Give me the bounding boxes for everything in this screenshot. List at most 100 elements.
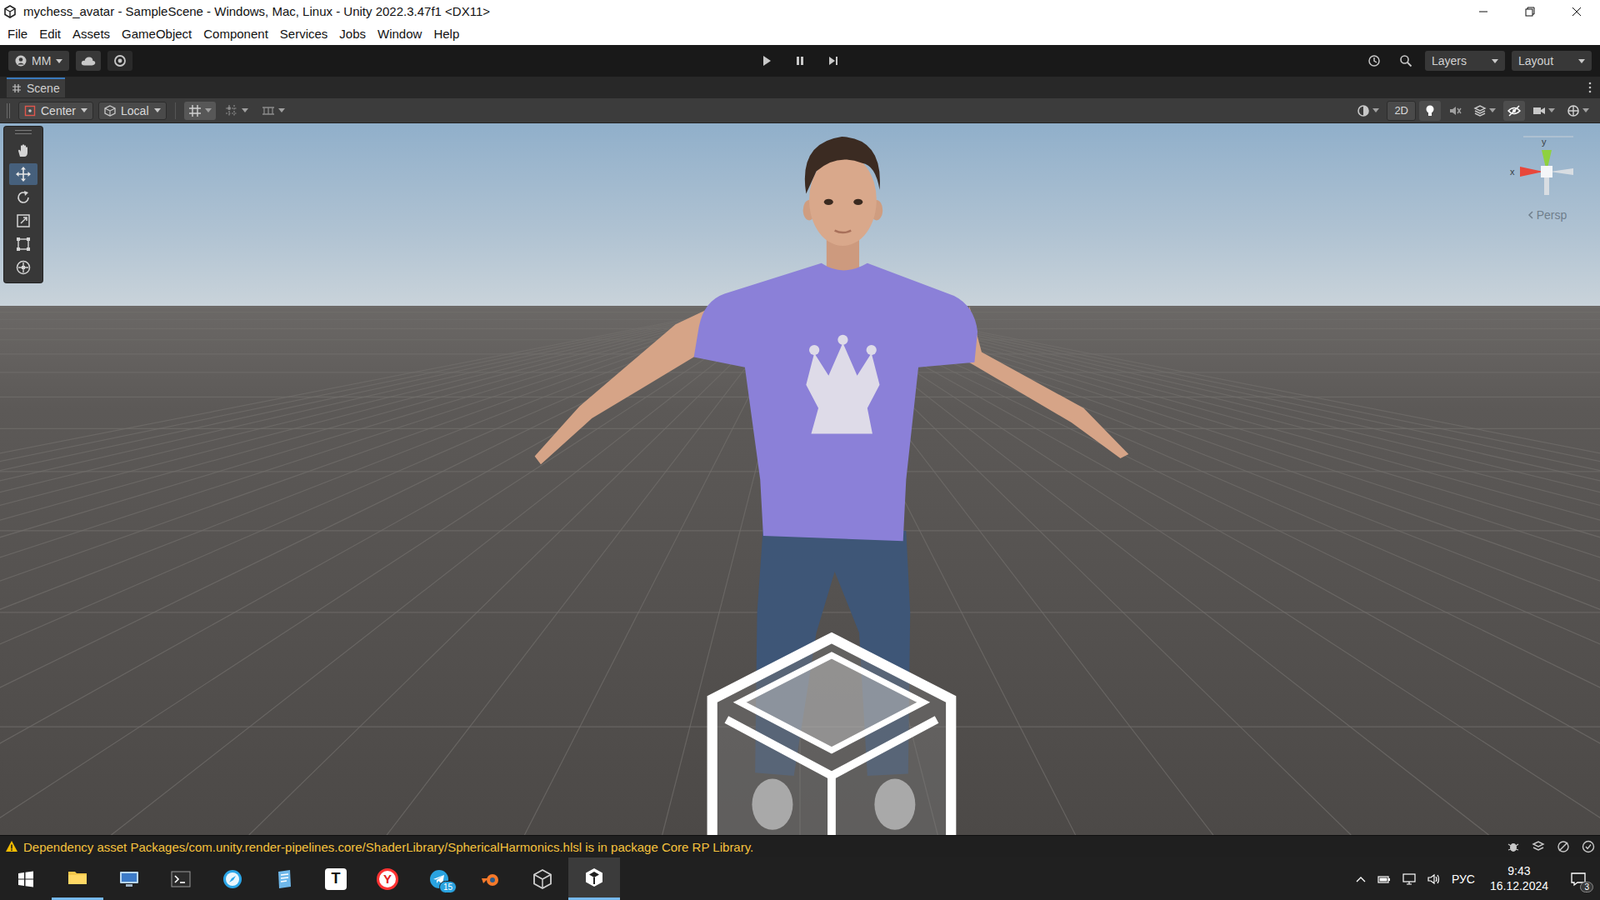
increment-button[interactable] bbox=[257, 101, 290, 120]
start-button[interactable] bbox=[0, 857, 52, 900]
step-button[interactable] bbox=[818, 50, 849, 72]
play-button[interactable] bbox=[751, 50, 782, 72]
monitor-taskbar-app[interactable] bbox=[103, 857, 155, 900]
menu-item[interactable]: Edit bbox=[33, 26, 67, 41]
cloud-icon bbox=[80, 53, 96, 69]
letter-taskbar-app[interactable]: T bbox=[310, 857, 362, 900]
compass-taskbar-app[interactable] bbox=[206, 857, 259, 900]
lighting-toggle[interactable] bbox=[1419, 100, 1441, 121]
close-button[interactable] bbox=[1553, 0, 1600, 23]
hand-tool[interactable] bbox=[9, 140, 38, 162]
telegram-taskbar-app[interactable]: 15 bbox=[413, 857, 465, 900]
caret-down-icon bbox=[1372, 108, 1380, 113]
grid-icon bbox=[11, 83, 22, 94]
scene-viewport[interactable]: yx Persp bbox=[0, 123, 1600, 835]
step-icon bbox=[827, 55, 840, 67]
orientation-gizmo[interactable]: yx Persp bbox=[1505, 135, 1589, 222]
menu-item[interactable]: Help bbox=[427, 26, 465, 41]
battery-icon[interactable] bbox=[1376, 871, 1392, 887]
more-options-icon[interactable] bbox=[1588, 81, 1592, 94]
menu-item[interactable]: Services bbox=[274, 26, 335, 41]
menu-item[interactable]: Window bbox=[371, 26, 428, 41]
grid-button[interactable] bbox=[184, 101, 216, 120]
effects-toggle[interactable] bbox=[1469, 100, 1500, 121]
pivot-label: Center bbox=[40, 104, 76, 118]
projection-toggle[interactable]: Persp bbox=[1526, 208, 1568, 222]
cloud-button[interactable] bbox=[75, 50, 101, 71]
toolbar-handle[interactable] bbox=[6, 103, 10, 119]
pause-icon bbox=[794, 55, 806, 67]
restore-button[interactable] bbox=[1506, 0, 1554, 23]
space-dropdown[interactable]: Local bbox=[98, 101, 166, 120]
collab-button[interactable] bbox=[107, 50, 133, 71]
rect-tool[interactable] bbox=[9, 233, 38, 255]
window-controls bbox=[1460, 0, 1600, 23]
pivot-dropdown[interactable]: Center bbox=[18, 101, 94, 120]
unity-hub-icon bbox=[531, 868, 554, 890]
avatar-model[interactable] bbox=[535, 136, 1130, 830]
layers-stack-icon[interactable] bbox=[1531, 840, 1545, 854]
search-icon bbox=[1399, 54, 1413, 68]
blender-taskbar-app[interactable] bbox=[465, 857, 517, 900]
layout-label: Layout bbox=[1518, 54, 1554, 68]
scene-tab[interactable]: Scene bbox=[6, 77, 65, 98]
unity-taskbar-app[interactable] bbox=[568, 857, 620, 900]
menu-item[interactable]: GameObject bbox=[115, 26, 198, 41]
audio-toggle[interactable] bbox=[1444, 100, 1466, 121]
bug-icon[interactable] bbox=[1506, 840, 1520, 854]
title-bar: mychess_avatar - SampleScene - Windows, … bbox=[0, 0, 1600, 23]
chevron-up-icon[interactable] bbox=[1355, 873, 1367, 885]
check-circle-icon[interactable] bbox=[1581, 840, 1595, 854]
volume-icon[interactable] bbox=[1426, 871, 1442, 887]
move-tool[interactable] bbox=[9, 163, 38, 185]
menu-item[interactable]: Jobs bbox=[333, 26, 372, 41]
network-icon[interactable] bbox=[1401, 871, 1417, 887]
console-warning[interactable]: Dependency asset Packages/com.unity.rend… bbox=[23, 840, 754, 855]
svg-text:y: y bbox=[1541, 136, 1547, 147]
unity-icon bbox=[583, 866, 605, 889]
explorer-taskbar-app[interactable] bbox=[51, 857, 104, 900]
clock[interactable]: 9:43 16.12.2024 bbox=[1485, 864, 1554, 894]
pause-button[interactable] bbox=[785, 50, 815, 72]
scale-tool[interactable] bbox=[9, 210, 38, 232]
yandex-taskbar-app[interactable]: Y bbox=[361, 857, 414, 900]
move-arrows-icon bbox=[15, 166, 31, 182]
windows-logo-icon bbox=[17, 870, 35, 888]
caret-down-icon bbox=[241, 108, 249, 113]
browser-compass-icon bbox=[221, 868, 244, 890]
gizmos-icon bbox=[1566, 104, 1580, 118]
unityhub-taskbar-app[interactable] bbox=[516, 857, 569, 900]
transform-tool[interactable] bbox=[9, 256, 38, 279]
layout-dropdown[interactable]: Layout bbox=[1511, 50, 1592, 71]
network-off-icon[interactable] bbox=[1556, 840, 1570, 854]
menu-item[interactable]: Component bbox=[197, 26, 275, 41]
camera-toggle[interactable] bbox=[1528, 100, 1560, 121]
app-glyph: Y bbox=[383, 871, 392, 886]
visibility-toggle[interactable] bbox=[1503, 100, 1525, 121]
history-button[interactable] bbox=[1361, 50, 1387, 71]
minimize-button[interactable] bbox=[1460, 0, 1507, 23]
rotate-tool[interactable] bbox=[9, 186, 38, 209]
unread-badge: 15 bbox=[439, 880, 457, 894]
snap-button[interactable] bbox=[220, 101, 253, 120]
gizmos-toggle[interactable] bbox=[1562, 100, 1594, 121]
2d-toggle[interactable]: 2D bbox=[1386, 100, 1416, 121]
scene-render bbox=[0, 123, 1600, 835]
caret-down-icon bbox=[80, 108, 88, 113]
notes-taskbar-app[interactable] bbox=[258, 857, 310, 900]
menu-item[interactable]: File bbox=[1, 26, 34, 41]
input-language[interactable]: РУС bbox=[1451, 872, 1475, 886]
prefab-gizmo[interactable] bbox=[712, 638, 952, 835]
account-button[interactable]: MM bbox=[8, 50, 70, 71]
caret-down-icon bbox=[1578, 59, 1585, 64]
notifications-button[interactable]: 3 bbox=[1563, 864, 1594, 895]
play-icon bbox=[760, 55, 773, 67]
shading-toggle[interactable] bbox=[1352, 100, 1384, 121]
warning-icon bbox=[5, 840, 19, 854]
terminal-taskbar-app[interactable] bbox=[155, 857, 207, 900]
menu-item[interactable]: Assets bbox=[66, 26, 116, 41]
search-button[interactable] bbox=[1393, 50, 1419, 71]
grid-icon bbox=[188, 104, 202, 118]
palette-handle[interactable] bbox=[15, 130, 32, 135]
layers-dropdown[interactable]: Layers bbox=[1425, 50, 1505, 71]
